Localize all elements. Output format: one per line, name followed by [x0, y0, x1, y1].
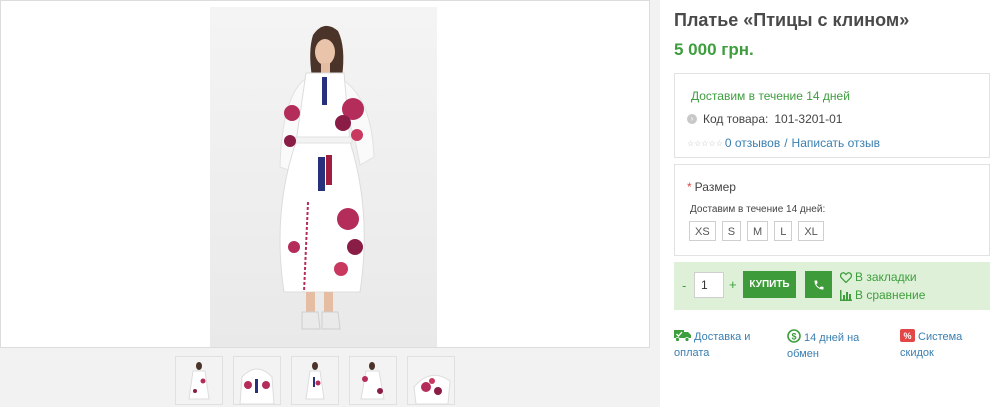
main-photo-frame — [0, 0, 650, 348]
bar-chart-icon — [840, 289, 852, 301]
feature-discounts[interactable]: % Система скидок — [900, 329, 962, 361]
compare-label: В сравнение — [855, 288, 926, 302]
rating-stars-icon: ☆☆☆☆☆ — [687, 138, 723, 148]
feature-exchange-line2: обмен — [787, 348, 819, 360]
main-product-photo[interactable] — [210, 7, 437, 347]
size-label-text: Размер — [694, 180, 736, 194]
size-selector: XS S M L XL — [689, 221, 824, 241]
write-review-link[interactable]: Написать отзыв — [792, 136, 880, 150]
thumbnail-image — [234, 357, 280, 404]
add-to-compare-link[interactable]: В сравнение — [840, 288, 925, 302]
feature-discounts-line2: скидок — [900, 347, 934, 359]
product-gallery — [0, 0, 660, 407]
feature-exchange[interactable]: $ 14 дней на обмен — [787, 329, 859, 362]
reviews-count-link[interactable]: 0 отзывов — [725, 136, 780, 150]
thumbnail-5[interactable] — [407, 356, 455, 405]
add-to-bookmarks-link[interactable]: В закладки — [840, 270, 917, 284]
feature-exchange-line1: 14 дней на — [804, 332, 860, 344]
quantity-decrease-button[interactable]: - — [682, 278, 686, 293]
call-button[interactable] — [805, 271, 832, 298]
feature-delivery-payment[interactable]: Доставка и оплата — [674, 329, 750, 361]
phone-icon — [814, 280, 823, 289]
buy-button[interactable]: КУПИТЬ — [743, 271, 796, 298]
product-price: 5 000 грн. — [674, 40, 754, 59]
reviews-separator: / — [784, 136, 788, 150]
size-options-box: * Размер Доставим в течение 14 дней: XS S… — [674, 164, 990, 256]
product-code-value: 101-3201-01 — [774, 112, 843, 126]
thumbnail-image — [176, 357, 222, 404]
size-delivery-note: Доставим в течение 14 дней: — [690, 204, 826, 215]
quantity-increase-button[interactable]: + — [729, 277, 737, 292]
thumbnail-3[interactable] — [291, 356, 339, 405]
product-code: › Код товара: 101-3201-01 — [687, 112, 842, 126]
svg-text:$: $ — [791, 332, 796, 342]
product-info-box: Доставим в течение 14 дней › Код товара:… — [674, 73, 990, 158]
size-label: * Размер — [687, 180, 736, 194]
truck-check-icon — [674, 330, 691, 342]
required-mark: * — [687, 180, 692, 194]
thumbnail-image — [350, 357, 396, 404]
feature-discounts-line1: Система — [918, 331, 963, 343]
size-option-m[interactable]: M — [747, 221, 769, 241]
percent-tag-icon: % — [900, 329, 915, 342]
svg-text:%: % — [903, 331, 911, 341]
purchase-bar: - + КУПИТЬ В закладки В сравнение — [674, 262, 990, 310]
size-option-l[interactable]: L — [774, 221, 793, 241]
product-code-label: Код товара: — [703, 112, 769, 126]
thumbnail-1[interactable] — [175, 356, 223, 405]
thumbnail-2[interactable] — [233, 356, 281, 405]
feature-delivery-line2: оплата — [674, 347, 710, 359]
thumbnail-image — [408, 357, 454, 404]
chevron-right-circle-icon: › — [687, 114, 697, 124]
bookmark-label: В закладки — [855, 270, 917, 284]
product-title: Платье «Птицы с клином» — [674, 10, 910, 30]
dress-illustration — [279, 25, 375, 330]
delivery-notice: Доставим в течение 14 дней — [691, 89, 850, 103]
quantity-input[interactable] — [694, 272, 724, 298]
thumbnail-strip — [175, 356, 455, 405]
thumbnail-4[interactable] — [349, 356, 397, 405]
reviews-row: ☆☆☆☆☆ 0 отзывов / Написать отзыв — [687, 136, 880, 150]
size-option-xs[interactable]: XS — [689, 221, 716, 241]
dollar-refresh-icon: $ — [787, 329, 801, 343]
feature-delivery-line1: Доставка и — [694, 331, 751, 343]
size-option-s[interactable]: S — [721, 221, 742, 241]
thumbnail-image — [292, 357, 338, 404]
size-option-xl[interactable]: XL — [798, 221, 824, 241]
heart-icon — [840, 271, 852, 283]
